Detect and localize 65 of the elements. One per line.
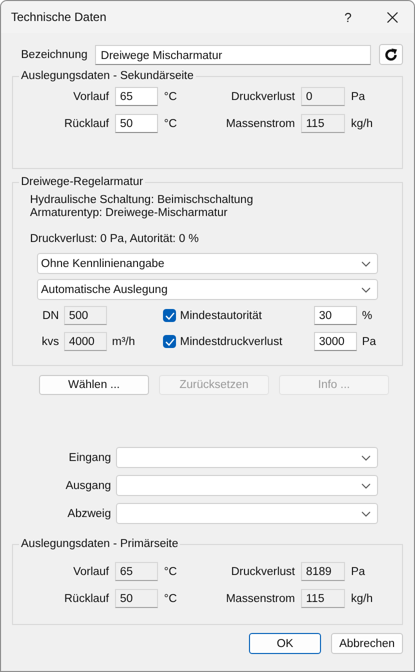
close-icon [386, 12, 398, 22]
chevron-down-icon [361, 260, 371, 266]
refresh-button[interactable] [379, 44, 403, 65]
value-display: 0 [301, 87, 345, 106]
field-label: Ausgang [64, 480, 111, 492]
info-text: Armaturentyp: Dreiwege-Mischarmatur [30, 207, 228, 220]
value-display: 65 [115, 562, 158, 581]
value-display: 4000 [64, 332, 107, 351]
dialog-button[interactable]: OK [249, 633, 321, 654]
dialog-button[interactable]: Abbrechen [331, 633, 403, 654]
unit-label: Pa [351, 566, 366, 578]
action-button[interactable]: Wählen ... [39, 375, 149, 395]
name-field[interactable]: Dreiwege Mischarmatur [94, 44, 372, 64]
checkbox-label: Mindestautorität [180, 310, 262, 322]
unit-label: Pa [362, 336, 378, 348]
unit-label: kg/h [351, 592, 374, 604]
unit-label: m³/h [112, 336, 136, 348]
input-field[interactable]: 30 [314, 306, 357, 325]
dropdown[interactable]: Ohne Kennlinienangabe [37, 253, 378, 274]
unit-label: °C [164, 118, 178, 130]
help-button[interactable]: ? [326, 1, 370, 33]
check-icon [164, 312, 174, 320]
unit-label: °C [164, 592, 178, 604]
field-label: Rücklauf [63, 592, 109, 604]
chevron-down-icon [361, 482, 371, 488]
dropdown[interactable]: Automatische Auslegung [37, 279, 378, 300]
field-label: Bezeichnung [20, 48, 88, 60]
value-display: 115 [301, 589, 345, 608]
unit-label: kg/h [351, 118, 374, 130]
info-text: Hydraulische Schaltung: Beimischschaltung [30, 194, 254, 207]
chevron-down-icon [361, 510, 371, 516]
group-title: Auslegungsdaten - Primärseite [20, 538, 180, 550]
checkbox-label: Mindestdruckverlust [180, 336, 282, 348]
unit-label: Pa [351, 90, 366, 102]
unit-label: °C [164, 566, 178, 578]
field-label: Massenstrom [225, 592, 295, 604]
unit-label: °C [164, 90, 178, 102]
checkbox[interactable] [163, 335, 176, 348]
field-label: Rücklauf [63, 118, 109, 130]
value-display: 500 [64, 306, 107, 325]
value-display: 115 [301, 114, 345, 133]
field-label: Vorlauf [72, 566, 109, 578]
value-display: 8189 [301, 562, 345, 581]
group-title: Dreiwege-Regelarmatur [20, 176, 144, 188]
unit-label: % [362, 310, 374, 322]
input-field[interactable]: 50 [115, 114, 158, 133]
field-label: Druckverlust [230, 566, 295, 578]
summary-text: Druckverlust: 0 Pa, Autorität: 0 % [29, 232, 200, 245]
field-label: DN [41, 310, 59, 322]
refresh-icon [384, 48, 398, 62]
field-label: Druckverlust [230, 90, 295, 102]
check-icon [164, 338, 174, 346]
input-field[interactable]: 3000 [314, 332, 357, 351]
field-label: Eingang [68, 452, 111, 464]
window-title: Technische Daten [11, 10, 108, 24]
chevron-down-icon [361, 454, 371, 460]
value-display: 50 [115, 589, 158, 608]
group-title: Auslegungsdaten - Sekundärseite [20, 70, 195, 82]
chevron-down-icon [361, 286, 371, 292]
input-field[interactable]: 65 [115, 87, 158, 106]
field-label: Massenstrom [225, 118, 295, 130]
field-label: Vorlauf [72, 90, 109, 102]
field-label: Abzweig [66, 508, 111, 520]
field-label: kvs [40, 336, 59, 348]
checkbox[interactable] [163, 309, 176, 322]
